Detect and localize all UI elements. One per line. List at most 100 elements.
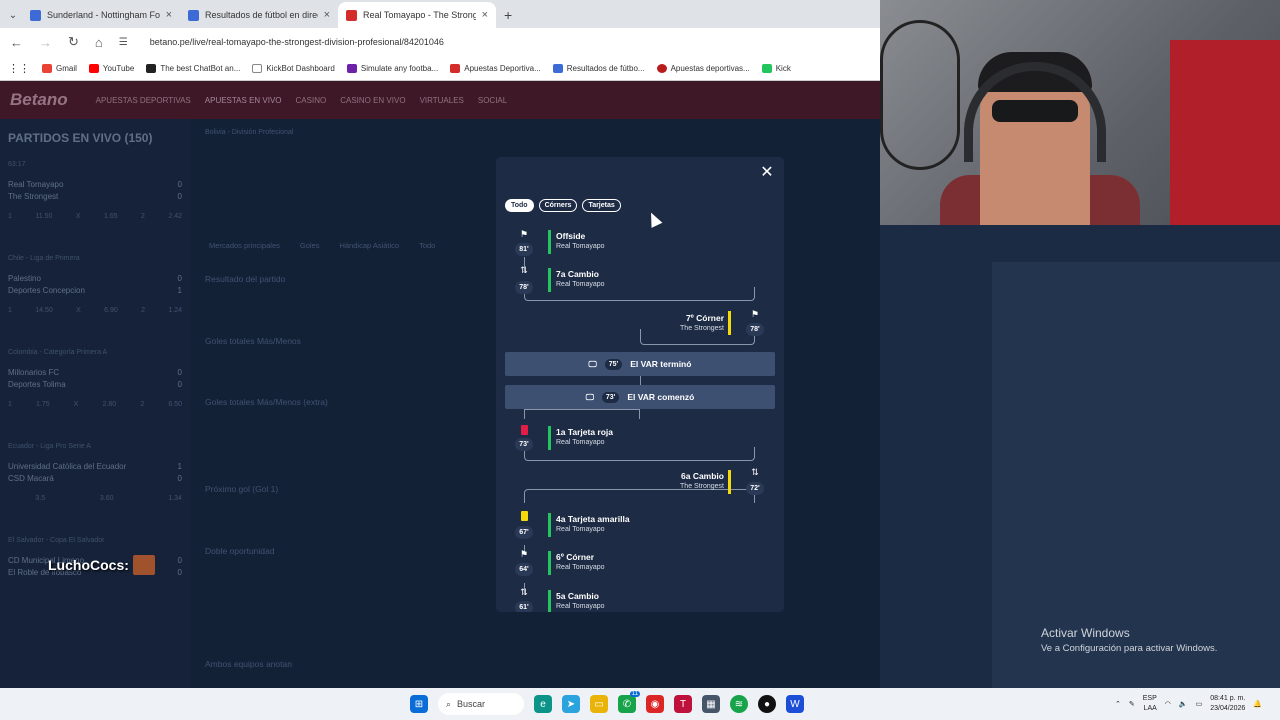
volume-icon[interactable]: 🔈 — [1179, 700, 1188, 708]
spotify-icon[interactable]: ≋ — [730, 695, 748, 713]
pen-icon[interactable]: ✎ — [1129, 700, 1135, 708]
back-icon[interactable]: ← — [10, 35, 23, 50]
word-icon[interactable]: W — [786, 695, 804, 713]
filter-corners-button[interactable]: Córners — [538, 199, 578, 212]
lang-layout: LAA — [1143, 705, 1157, 712]
taskbar-search[interactable]: ⌕ Buscar — [438, 693, 524, 715]
bookmark-item[interactable]: Gmail — [42, 63, 77, 73]
url-field[interactable]: betano.pe/live/real-tomayapo-the-stronge… — [150, 37, 444, 47]
var-minute: 75' — [604, 358, 623, 370]
wifi-icon[interactable]: ◠ — [1165, 700, 1171, 708]
reload-icon[interactable]: ↻ — [68, 34, 79, 50]
swap-icon: ⇅ — [751, 467, 759, 477]
browser-tab-1[interactable]: Sunderland - Nottingham Fore… × — [22, 2, 180, 28]
bookmark-item[interactable]: YouTube — [88, 63, 135, 73]
file-explorer-icon[interactable]: ▭ — [590, 695, 608, 713]
tab-bar: ⌄ Sunderland - Nottingham Fore… × Resulta… — [0, 0, 880, 28]
notifications-icon[interactable]: 🔔 — [1253, 700, 1262, 708]
timeline-event: 7a Cambio Real Tomayapo — [556, 269, 605, 288]
close-tab-icon[interactable]: × — [324, 9, 330, 21]
browser-tab-2[interactable]: Resultados de fútbol en directo × — [180, 2, 338, 28]
timeline-connector — [524, 447, 755, 461]
obs-icon[interactable]: ● — [758, 695, 776, 713]
close-tab-icon[interactable]: × — [166, 9, 172, 21]
bookmark-item[interactable]: Simulate any footba... — [346, 63, 438, 73]
chrome-icon[interactable]: ◉ — [646, 695, 664, 713]
event-title: 6a Cambio — [681, 471, 724, 481]
fan — [880, 20, 960, 170]
event-team: The Strongest — [680, 325, 724, 332]
team-color-bar — [548, 230, 551, 254]
browser-tab-3[interactable]: Real Tomayapo - The Stronges… × — [338, 2, 496, 28]
bookmark-label: YouTube — [102, 63, 135, 73]
monitor-icon: 🖵 — [585, 391, 594, 402]
bookmark-item[interactable]: KickBot Dashboard — [252, 63, 335, 73]
filter-all-button[interactable]: Todo — [505, 199, 534, 212]
bookmark-item[interactable]: Kick — [761, 63, 791, 73]
event-minute: 72' — [746, 482, 764, 495]
site-info-icon[interactable]: ☰ — [119, 37, 128, 48]
team-color-bar — [728, 311, 731, 335]
close-tab-icon[interactable]: × — [482, 9, 488, 21]
timeline-filters: Todo Córners Tarjetas — [505, 199, 621, 212]
bookmark-item[interactable]: Apuestas deportivas... — [656, 63, 750, 73]
event-title: 4a Tarjeta amarilla — [556, 514, 630, 524]
address-bar-row: ← → ↻ ⌂ ☰ betano.pe/live/real-tomayapo-t… — [0, 28, 880, 56]
apps-icon[interactable]: ⋮⋮ — [8, 62, 30, 75]
team-color-bar — [548, 513, 551, 537]
chevron-up-icon[interactable]: ⌃ — [1115, 700, 1121, 708]
filter-cards-button[interactable]: Tarjetas — [582, 199, 621, 212]
date: 23/04/2026 — [1210, 705, 1246, 712]
var-event-row: 🖵 75' El VAR terminó — [505, 352, 775, 376]
battery-icon[interactable]: ▭ — [1196, 700, 1203, 708]
event-title: 7a Cambio — [556, 269, 599, 279]
team-color-bar — [728, 470, 731, 494]
var-minute: 73' — [601, 391, 620, 403]
event-team: Real Tomayapo — [556, 243, 605, 250]
bookmark-item[interactable]: Resultados de fútbo... — [552, 63, 645, 73]
event-title: Offside — [556, 231, 586, 241]
tab-title: Sunderland - Nottingham Fore… — [47, 10, 160, 20]
right-side-panel — [992, 262, 1280, 688]
webcam-overlay — [880, 0, 1280, 225]
lang-code: ESP — [1142, 695, 1157, 702]
bookmark-label: The best ChatBot an... — [160, 63, 241, 73]
tab-favicon-icon — [346, 9, 357, 21]
bookmark-label: Resultados de fútbo... — [566, 63, 645, 73]
edge-icon[interactable]: e — [534, 695, 552, 713]
calculator-icon[interactable]: ▦ — [702, 695, 720, 713]
whatsapp-icon[interactable]: ✆ 11 — [618, 691, 640, 713]
windows-start-icon[interactable]: ⊞ — [410, 695, 428, 713]
language-indicator[interactable]: ESP LAA — [1143, 694, 1157, 714]
telegram-icon[interactable]: ➤ — [562, 695, 580, 713]
clock[interactable]: 08:41 p. m. 23/04/2026 — [1210, 694, 1245, 714]
bookmark-label: KickBot Dashboard — [266, 63, 335, 73]
bookmark-item[interactable]: Apuestas Deportiva... — [450, 63, 541, 73]
forward-icon[interactable]: → — [39, 35, 52, 50]
event-minute: 73' — [515, 438, 533, 451]
browser-window: ⌄ Sunderland - Nottingham Fore… × Resulta… — [0, 0, 880, 81]
timeline-event: Offside Real Tomayapo — [556, 231, 605, 250]
bookmark-item[interactable]: The best ChatBot an... — [146, 63, 241, 73]
event-minute: 67' — [515, 526, 533, 539]
time: 08:41 p. m. — [1210, 695, 1246, 702]
tab-list-chevron-icon[interactable]: ⌄ — [4, 2, 22, 28]
typora-icon[interactable]: T — [674, 695, 692, 713]
event-title: 1a Tarjeta roja — [556, 427, 614, 437]
event-team: Real Tomayapo — [556, 564, 605, 571]
gaming-chair — [1170, 40, 1280, 225]
corner-flag-icon: ⚑ — [750, 309, 760, 319]
tab-title: Real Tomayapo - The Stronges… — [363, 10, 476, 20]
event-title: 5a Cambio — [556, 591, 599, 601]
event-team: Real Tomayapo — [556, 603, 605, 610]
tab-favicon-icon — [188, 9, 199, 21]
new-tab-icon[interactable]: + — [496, 2, 520, 28]
streamer-avatar — [132, 555, 155, 575]
taskbar-apps: ⊞ ⌕ Buscar e ➤ ▭ ✆ 11 ◉ T ▦ ≋ ● W — [410, 688, 804, 720]
var-label: El VAR comenzó — [627, 392, 695, 402]
event-minute: 64' — [515, 563, 533, 576]
red-card-icon — [521, 425, 528, 435]
notification-badge: 11 — [629, 691, 640, 697]
home-icon[interactable]: ⌂ — [95, 35, 103, 50]
close-icon[interactable]: ✕ — [760, 165, 774, 181]
